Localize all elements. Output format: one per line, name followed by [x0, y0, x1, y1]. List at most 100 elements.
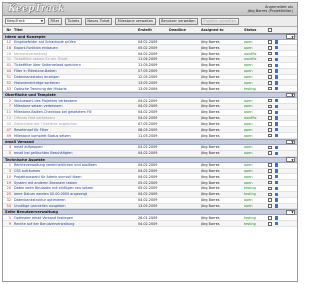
ticket-checkbox[interactable] [268, 104, 272, 109]
ticket-checkbox[interactable] [268, 98, 272, 103]
ticket-title[interactable]: System mit anderen Browsern testen [13, 181, 138, 185]
ticket-title[interactable]: Unnötige Leerzeilen ausgeben [13, 204, 138, 208]
users-button[interactable]: Benutzer verwalten [158, 17, 198, 25]
ticket-checkbox[interactable] [268, 169, 272, 173]
edit-icon[interactable] [274, 81, 279, 85]
ticket-number[interactable]: 15 [3, 116, 13, 120]
ticket-title[interactable]: Vorauswahl des Projektes verbessern [13, 99, 138, 103]
ticket-checkbox[interactable] [268, 221, 272, 226]
edit-icon[interactable] [274, 63, 279, 67]
ticket-number[interactable]: 3 [3, 169, 13, 173]
ticket-checkbox[interactable] [268, 81, 272, 85]
ticket-title[interactable]: Historieneinträge sortieren [13, 81, 138, 85]
col-num[interactable]: Nr [3, 28, 13, 32]
edit-icon[interactable] [274, 75, 279, 79]
edit-icon[interactable] [274, 57, 279, 62]
project-select[interactable]: KeepTrack ▼ [5, 17, 45, 25]
ticket-title[interactable]: Resetknopf für Filter [13, 128, 138, 132]
ticket-checkbox[interactable] [268, 180, 272, 185]
ticket-number[interactable]: 53 [3, 87, 13, 91]
ticket-title[interactable]: Filter in Milestone-Balken [13, 69, 138, 73]
col-created[interactable]: Erstellt [138, 28, 169, 32]
ticket-number[interactable]: 26 [3, 52, 13, 56]
ticket-number[interactable]: 4 [3, 145, 13, 149]
edit-icon[interactable] [274, 128, 279, 132]
edit-icon[interactable] [274, 110, 279, 114]
ticket-checkbox[interactable] [268, 57, 272, 62]
ticket-checkbox[interactable] [268, 204, 272, 208]
edit-icon[interactable] [274, 69, 279, 73]
milestone-collapse-select[interactable]: ▼ [286, 210, 295, 215]
ticket-checkbox[interactable] [268, 122, 272, 126]
edit-icon[interactable] [274, 86, 279, 91]
ticket-checkbox[interactable] [268, 133, 272, 138]
milestones-button[interactable]: Milestone verwalten [115, 17, 156, 25]
ticket-number[interactable]: 51 [3, 75, 13, 79]
edit-icon[interactable] [274, 116, 279, 120]
filter-button[interactable]: Filter [48, 17, 62, 25]
ticket-number[interactable]: 18 [3, 46, 13, 50]
edit-icon[interactable] [274, 169, 279, 173]
edit-icon[interactable] [274, 104, 279, 109]
ticket-checkbox[interactable] [268, 175, 272, 179]
ticket-title[interactable]: Versionsverwaltung [13, 52, 138, 56]
ticket-number[interactable]: 7 [3, 104, 13, 108]
ticket-title[interactable]: leere Datum werden 00.00.0000 angezeigt [13, 192, 138, 196]
ticket-title[interactable]: CSS aufräumen [13, 169, 138, 173]
edit-icon[interactable] [274, 180, 279, 185]
ticket-number[interactable]: 2 [3, 99, 13, 103]
ticket-title[interactable]: Ticketfilter setzen für ein Ticket [13, 57, 138, 61]
col-assigned[interactable]: Assigned to [201, 28, 244, 32]
select-all-checkbox[interactable] [268, 27, 272, 32]
ticket-number[interactable]: 45 [3, 122, 13, 126]
ticket-checkbox[interactable] [268, 69, 272, 73]
edit-icon[interactable] [274, 198, 279, 202]
ticket-checkbox[interactable] [268, 127, 272, 132]
projects-button[interactable]: Projekte verwalten [200, 17, 239, 25]
ticket-checkbox[interactable] [268, 216, 272, 220]
ticket-checkbox[interactable] [268, 116, 272, 120]
ticket-checkbox[interactable] [268, 186, 272, 191]
ticket-checkbox[interactable] [268, 192, 272, 197]
tickets-button[interactable]: Tickets [64, 17, 82, 25]
ticket-number[interactable]: 41 [3, 63, 13, 67]
ticket-number[interactable]: 20 [3, 186, 13, 190]
ticket-title[interactable]: email aufpeppen [13, 145, 138, 149]
edit-icon[interactable] [274, 51, 279, 56]
ticket-checkbox[interactable] [268, 51, 272, 56]
ticket-checkbox[interactable] [268, 40, 272, 44]
ticket-number[interactable]: 19 [3, 181, 13, 185]
ticket-title[interactable]: Milestone-Balken-Checkbox bei gesetztem … [13, 110, 138, 114]
ticket-title[interactable]: Daten beim Neuladen mit einfügen neu set… [13, 186, 138, 190]
ticket-checkbox[interactable] [268, 63, 272, 68]
edit-icon[interactable] [274, 186, 279, 191]
edit-icon[interactable] [274, 145, 279, 150]
ticket-title[interactable]: Eingabefelder auf Schadcode prüfen [13, 40, 138, 44]
ticket-number[interactable]: 1 [3, 216, 13, 220]
ticket-title[interactable]: email bei gelöschten Beschäfigten [13, 151, 138, 155]
edit-icon[interactable] [274, 216, 279, 220]
ticket-checkbox[interactable] [268, 75, 272, 79]
table-row[interactable]: 9 Rechte auf der Benutzerverwaltung 04.02.… [3, 221, 297, 228]
ticket-checkbox[interactable] [268, 86, 272, 91]
milestone-collapse-select[interactable]: ▼ [286, 92, 295, 98]
ticket-number[interactable]: 47 [3, 128, 13, 132]
ticket-checkbox[interactable] [268, 151, 272, 156]
ticket-title[interactable]: Rechteverwaltung vereinheitlichen und au… [13, 163, 138, 167]
milestone-collapse-select[interactable]: ▼ [286, 139, 295, 145]
ticket-title[interactable]: Projektauswahl für Admin sinnvoll lösen [13, 175, 138, 179]
ticket-title[interactable]: Optische Trennung der Historie [13, 87, 138, 91]
col-title[interactable]: Titel [13, 28, 138, 32]
ticket-number[interactable]: 49 [3, 134, 13, 138]
ticket-title[interactable]: Datenbankstatus anzeigen [13, 75, 138, 79]
edit-icon[interactable] [274, 40, 279, 44]
edit-icon[interactable] [274, 204, 279, 208]
edit-icon[interactable] [274, 122, 279, 126]
ticket-number[interactable]: 9 [3, 222, 13, 226]
ticket-number[interactable]: 1 [3, 163, 13, 167]
ticket-number[interactable]: 25 [3, 192, 13, 196]
milestone-collapse-select[interactable]: ▼ [286, 34, 295, 39]
ticket-checkbox[interactable] [268, 45, 272, 50]
ticket-number[interactable]: 11 [3, 110, 13, 114]
ticket-title[interactable]: Ticketfilter über Seitenreload speichern [13, 63, 138, 67]
